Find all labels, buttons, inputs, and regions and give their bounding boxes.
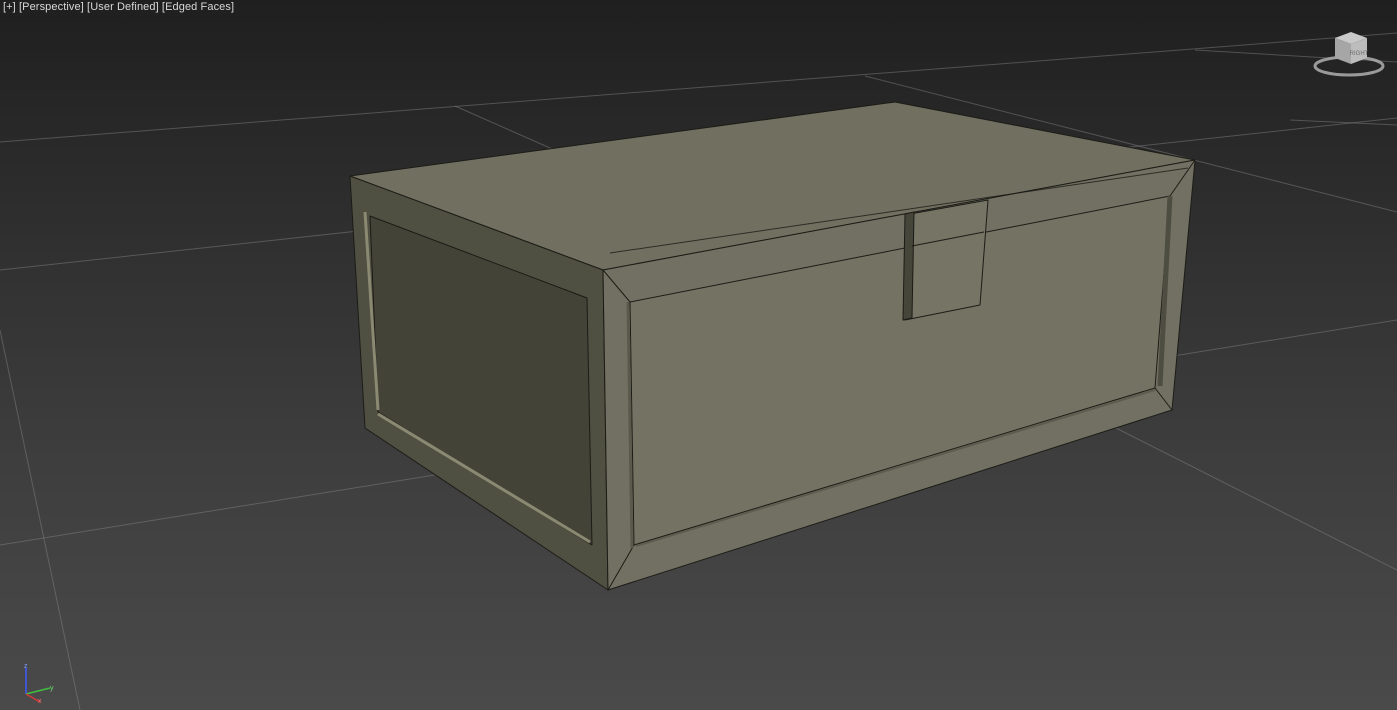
axis-z-label: z (24, 663, 28, 670)
viewport-scene[interactable] (0, 0, 1397, 710)
chest-latch-side (902, 211, 915, 321)
axis-tripod-icon: z x y (24, 663, 54, 704)
perspective-viewport[interactable]: [+] [Perspective] [User Defined] [Edged … (0, 0, 1397, 710)
viewport-pov-menu[interactable]: [Perspective] (19, 1, 84, 13)
viewport-user-defined-menu[interactable]: [User Defined] (87, 1, 159, 13)
viewcube-icon[interactable]: RIGHT (1309, 28, 1389, 88)
viewcube-face-label: RIGHT (1350, 51, 1369, 57)
axis-x-label: x (38, 698, 42, 704)
chest-model[interactable] (349, 101, 1196, 591)
viewport-general-menu[interactable]: [+] (3, 1, 16, 13)
axis-y-label: y (50, 685, 54, 692)
chest-latch[interactable] (904, 199, 989, 321)
viewport-label-menu: [+] [Perspective] [User Defined] [Edged … (3, 1, 234, 13)
viewport-shading-menu[interactable]: [Edged Faces] (162, 1, 234, 13)
